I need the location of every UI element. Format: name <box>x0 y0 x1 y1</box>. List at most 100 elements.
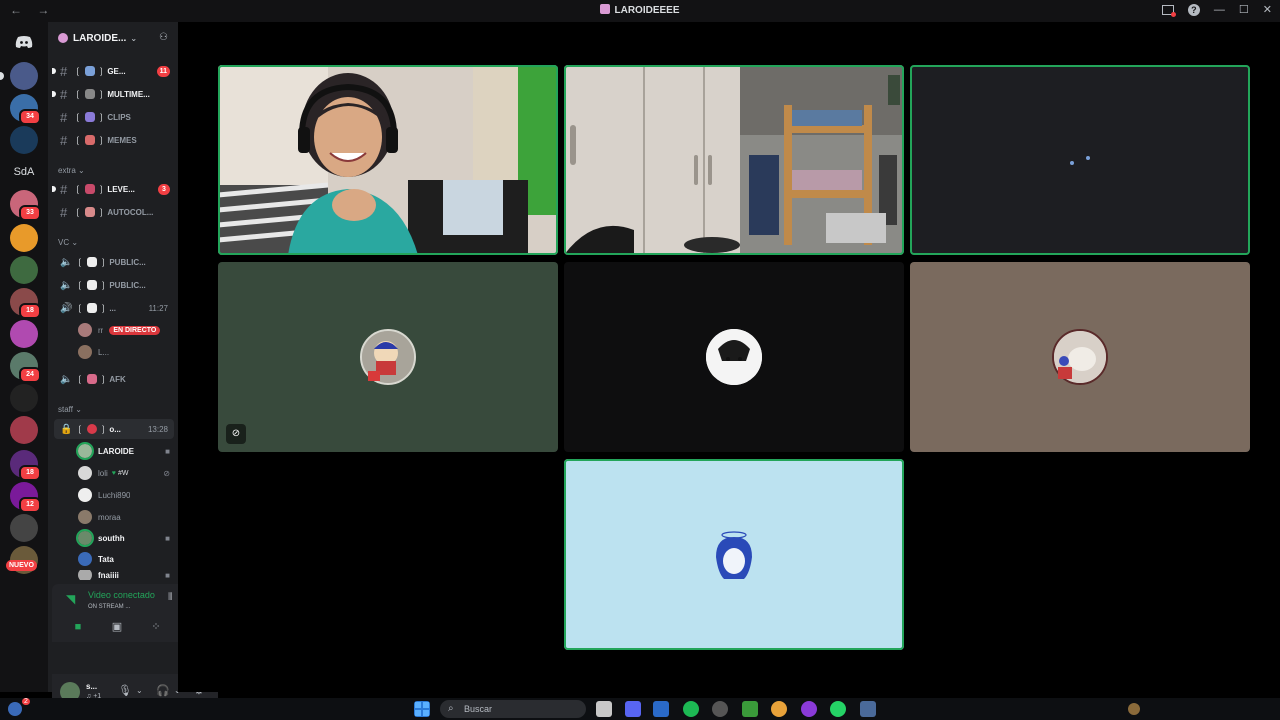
channel-name: ... <box>109 303 116 313</box>
whatsapp-app-icon[interactable] <box>830 701 846 717</box>
add-member-icon[interactable]: ⚇ <box>159 32 168 43</box>
video-tile[interactable] <box>564 262 904 452</box>
close-button[interactable]: ✕ <box>1263 3 1272 16</box>
category-vc[interactable]: VC ⌄ <box>58 238 78 247</box>
server-icon[interactable] <box>10 126 38 154</box>
live-badge: EN DIRECTO <box>109 325 161 335</box>
server-icon[interactable]: 33 <box>10 190 41 221</box>
video-tile[interactable] <box>564 65 904 255</box>
headphones-icon[interactable]: 🎧 <box>156 684 170 697</box>
camera-button[interactable]: ■ <box>66 618 90 636</box>
server-icon[interactable]: 18 <box>10 288 41 319</box>
avatar <box>78 323 92 337</box>
server-icon[interactable] <box>10 256 38 284</box>
user-name: L... <box>98 347 110 357</box>
server-icon[interactable]: 18 <box>10 450 41 481</box>
task-view-icon[interactable] <box>596 701 612 717</box>
mention-badge: 18 <box>19 465 41 481</box>
tray-icon[interactable] <box>1128 703 1140 715</box>
voice-channel[interactable]: 🔈 ❲ ❳ PUBLIC... <box>54 275 174 295</box>
search-placeholder: Buscar <box>464 704 493 714</box>
video-tile[interactable] <box>218 65 558 255</box>
channel-name: PUBLIC... <box>109 280 146 290</box>
microphone-icon[interactable]: 🎙 <box>118 684 132 697</box>
voice-user[interactable]: southh ■ <box>76 528 170 548</box>
start-button[interactable] <box>414 701 430 717</box>
hash-icon: # <box>60 86 68 102</box>
channel-item[interactable]: # ❲ ❳ MULTIME... <box>52 84 174 104</box>
server-icon[interactable] <box>10 320 38 348</box>
voice-status[interactable]: Video conectado <box>88 590 160 600</box>
voice-channel-active[interactable]: 🔒 ❲ ❳ o... 13:28 <box>54 419 174 439</box>
help-icon[interactable]: ? <box>1187 3 1200 16</box>
voice-user[interactable]: Luchi890 <box>78 485 170 505</box>
window-title-text: LAROIDEEEE <box>614 5 680 16</box>
voice-user[interactable]: L... <box>78 342 170 362</box>
maximize-button[interactable]: ☐ <box>1239 3 1249 16</box>
voice-channel[interactable]: 🔊 ❲ ❳ ... 11:27 <box>54 298 174 318</box>
server-icon[interactable] <box>10 514 38 542</box>
channel-item[interactable]: # ❲ ❳ GE... 11 <box>52 61 174 81</box>
video-tile[interactable] <box>910 262 1250 452</box>
voice-user[interactable]: loli ♥ #W ⊘ <box>78 463 170 483</box>
server-sda[interactable]: SdA <box>10 158 38 186</box>
category-extra[interactable]: extra ⌄ <box>58 166 85 175</box>
taskbar-search[interactable]: ⌕ Buscar <box>440 700 586 718</box>
guild-name: LAROIDE... <box>73 32 127 44</box>
channel-item[interactable]: # ❲ ❳ CLIPS <box>54 107 174 127</box>
voice-channel-afk[interactable]: 🔈 ❲ ❳ AFK <box>54 369 174 389</box>
video-tile[interactable]: ⊘ <box>218 262 558 452</box>
channel-item[interactable]: # ❲ ❳ LEVE... 3 <box>52 179 174 199</box>
voice-channel[interactable]: 🔈 ❲ ❳ PUBLIC... <box>54 252 174 272</box>
settings-app-icon[interactable] <box>860 701 876 717</box>
deafened-icon: ⊘ <box>163 468 170 478</box>
store-app-icon[interactable] <box>653 701 669 717</box>
voice-channel-subtitle[interactable]: ON STREAM ... <box>88 604 130 610</box>
voice-user[interactable]: moraa <box>78 507 170 527</box>
channel-timer: 11:27 <box>148 303 168 313</box>
server-icon[interactable]: 34 <box>10 94 41 125</box>
avatar <box>360 329 416 385</box>
server-icon[interactable]: 12 <box>10 482 41 513</box>
noise-suppression-icon[interactable]: ⦀ <box>168 592 172 603</box>
activities-button[interactable]: ⁘ <box>144 618 168 636</box>
user-name: Tata <box>98 554 114 564</box>
chevron-down-icon[interactable]: ⌄ <box>136 686 143 695</box>
discord-home-icon[interactable] <box>10 28 38 56</box>
category-staff[interactable]: staff ⌄ <box>58 405 82 414</box>
spotify-app-icon[interactable] <box>683 701 699 717</box>
chrome-app-icon[interactable] <box>771 701 787 717</box>
minimize-button[interactable]: — <box>1214 4 1225 16</box>
chevron-down-icon: ⌄ <box>130 33 138 43</box>
video-tile[interactable] <box>564 459 904 650</box>
discord-app-icon[interactable] <box>625 701 641 717</box>
voice-user[interactable]: Tata <box>78 549 170 569</box>
video-tile[interactable] <box>910 65 1250 255</box>
server-icon <box>600 4 611 14</box>
server-icon[interactable] <box>10 384 38 412</box>
server-icon[interactable] <box>10 416 38 444</box>
voice-user[interactable]: fnaiiii ■ <box>78 570 170 580</box>
webcam-feed <box>218 65 558 255</box>
screen-share-button[interactable]: ▣ <box>105 618 129 636</box>
avatar <box>78 466 92 480</box>
channel-item[interactable]: # ❲ ❳ AUTOCOL... <box>54 202 174 222</box>
guild-header[interactable]: LAROIDE... ⌄ ⚇ <box>48 22 178 54</box>
browser-app-icon[interactable] <box>801 701 817 717</box>
app-icon[interactable] <box>712 701 728 717</box>
voice-user[interactable]: LAROIDE ■ <box>76 441 170 461</box>
category-label: VC <box>58 238 70 247</box>
screen-feed <box>910 65 1250 255</box>
server-icon[interactable]: 24 <box>10 352 41 383</box>
server-icon[interactable] <box>10 62 38 90</box>
avatar <box>78 488 92 502</box>
weather-icon[interactable] <box>8 702 22 716</box>
screen-share-icon[interactable] <box>1161 4 1176 17</box>
category-label: extra <box>58 166 76 175</box>
camera-icon: ■ <box>165 533 170 543</box>
server-icon[interactable] <box>10 224 38 252</box>
mention-badge: 12 <box>19 497 41 513</box>
voice-user[interactable]: rr EN DIRECTO <box>78 320 170 340</box>
channel-item[interactable]: # ❲ ❳ MEMES <box>54 130 174 150</box>
minecraft-app-icon[interactable] <box>742 701 758 717</box>
